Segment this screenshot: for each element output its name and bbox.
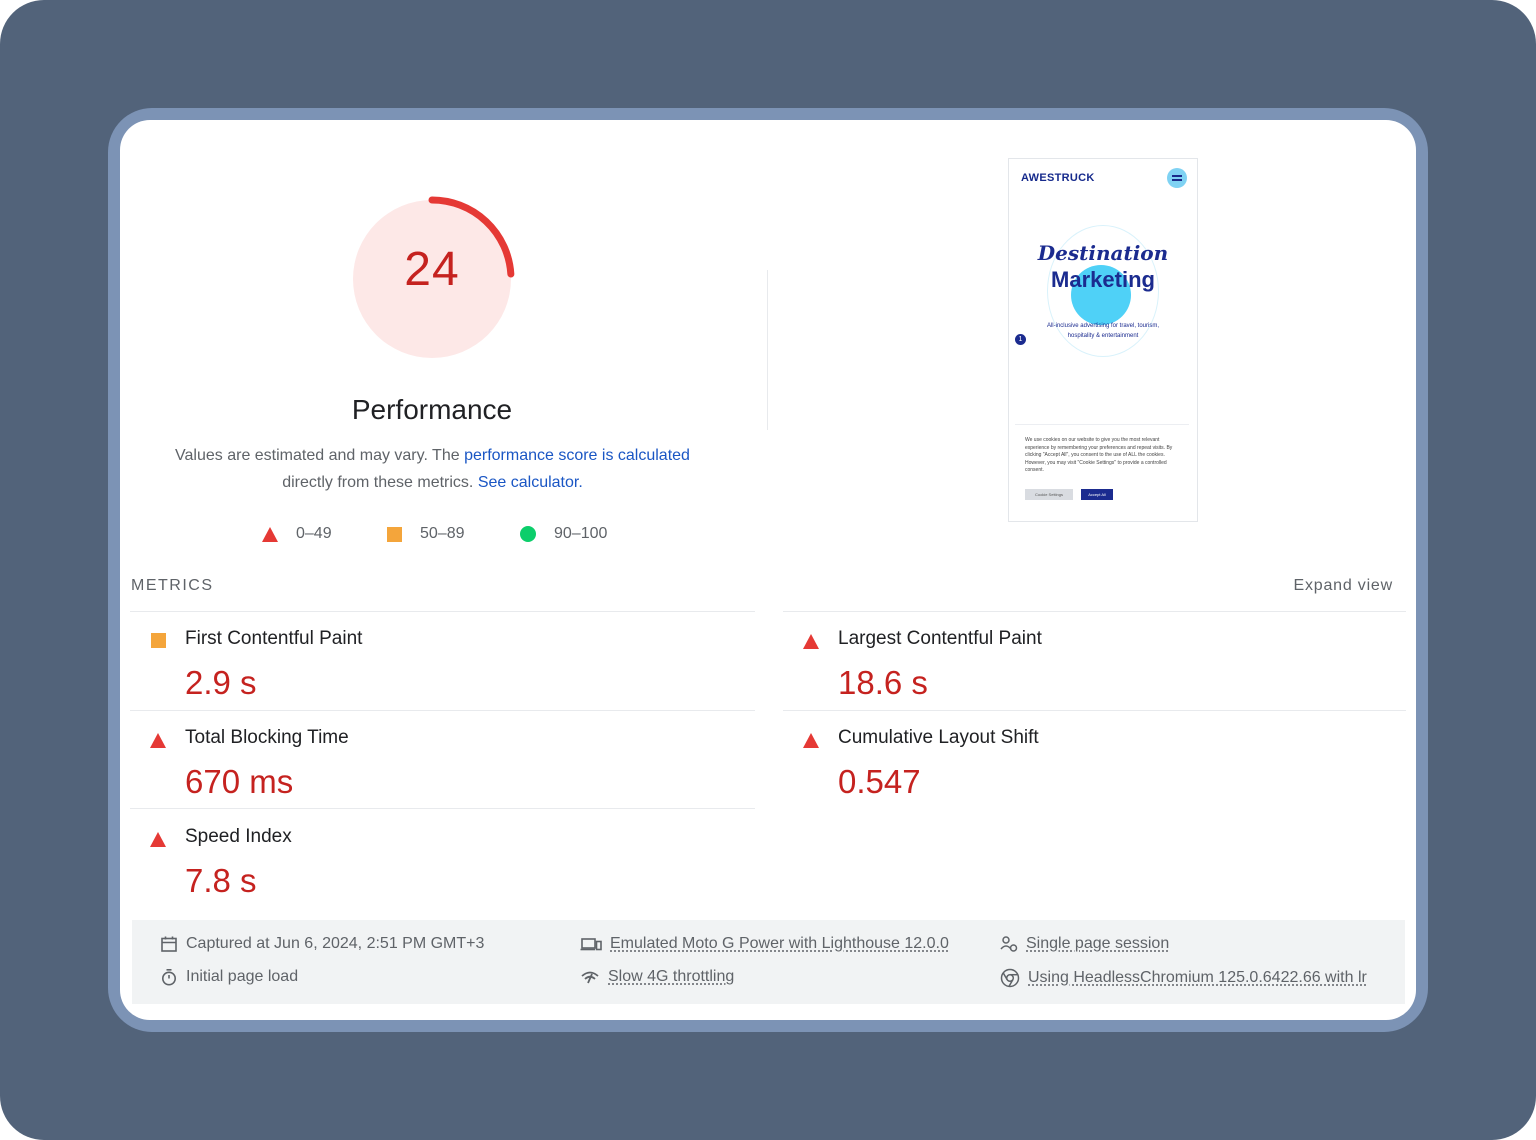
score-legend: 0–49 50–89 90–100 [120,525,760,547]
legend-range: 90–100 [554,525,608,542]
orange-square-icon [387,526,402,542]
metric-first-contentful-paint: First Contentful Paint 2.9 s [120,620,720,716]
thumbnail-title-line1: Destination [1037,241,1169,265]
load-type-text: Initial page load [186,968,299,985]
captured-at: Captured at Jun 6, 2024, 2:51 PM GMT+3 [160,935,484,953]
performance-score-link[interactable]: performance score is calculated [464,447,690,464]
metric-value: 7.8 s [185,862,257,899]
metric-value: 2.9 s [185,664,257,701]
network-throttling-text[interactable]: Slow 4G throttling [608,968,734,986]
legend-range: 50–89 [420,525,465,542]
metric-value: 0.547 [838,763,921,800]
metric-label: Cumulative Layout Shift [838,727,1039,748]
thumbnail-cookie-text: We use cookies on our website to give yo… [1025,437,1173,473]
thumbnail-badge: 1 [1015,334,1026,345]
red-triangle-icon [150,733,166,748]
expand-view-toggle[interactable]: Expand view [1293,577,1393,595]
section-divider [767,270,768,430]
metric-speed-index: Speed Index 7.8 s [120,818,720,914]
thumbnail-subtitle: All-inclusive advertising for travel, to… [1046,323,1160,339]
metric-label: First Contentful Paint [185,628,363,649]
legend-range: 0–49 [296,525,332,542]
metric-cumulative-layout-shift: Cumulative Layout Shift 0.547 [773,719,1373,815]
emulated-device[interactable]: Emulated Moto G Power with Lighthouse 12… [580,935,949,953]
metric-divider [783,611,1406,612]
orange-square-icon [151,633,166,648]
green-circle-icon [520,526,536,542]
legend-fail: 0–49 [262,525,332,543]
description-text: Values are estimated and may vary. The [175,447,465,464]
metric-total-blocking-time: Total Blocking Time 670 ms [120,719,720,815]
wifi-throttle-icon [581,971,599,984]
person-icon [1000,936,1018,952]
red-triangle-icon [803,634,819,649]
network-throttling[interactable]: Slow 4G throttling [580,968,734,986]
score-description: Values are estimated and may vary. The p… [150,442,715,496]
metric-value: 18.6 s [838,664,928,701]
load-type: Initial page load [160,968,298,986]
browser-version[interactable]: Using HeadlessChromium 125.0.6422.66 wit… [1000,968,1367,988]
performance-score-value: 24 [404,243,460,296]
see-calculator-link[interactable]: See calculator. [478,474,583,491]
thumbnail-logo: AWESTRUCK [1021,172,1095,184]
red-triangle-icon [803,733,819,748]
lighthouse-report-card: 24 Performance Values are estimated and … [120,120,1416,1020]
metric-label: Largest Contentful Paint [838,628,1042,649]
calendar-icon [161,936,177,952]
red-triangle-icon [262,526,278,542]
session-type-text[interactable]: Single page session [1026,935,1169,953]
red-triangle-icon [150,832,166,847]
session-type[interactable]: Single page session [1000,935,1169,953]
description-text-2: directly from these metrics. [282,474,478,491]
thumbnail-menu-icon [1167,168,1187,188]
thumbnail-cookie-settings-button: Cookie Settings [1025,489,1073,500]
thumbnail-divider [1015,424,1189,425]
metric-divider [130,611,755,612]
metric-largest-contentful-paint: Largest Contentful Paint 18.6 s [773,620,1373,716]
thumbnail-title-line2: Marketing [1051,267,1155,292]
final-screenshot-thumbnail[interactable]: AWESTRUCK Destination Marketing All-incl… [1008,158,1198,522]
legend-average: 50–89 [387,525,465,543]
emulated-device-text[interactable]: Emulated Moto G Power with Lighthouse 12… [610,935,949,953]
stopwatch-icon [162,968,176,986]
devices-icon [580,938,602,951]
metric-value: 670 ms [185,763,294,800]
chrome-icon [1000,968,1020,988]
legend-pass: 90–100 [520,525,607,543]
browser-version-text[interactable]: Using HeadlessChromium 125.0.6422.66 wit… [1028,969,1367,987]
runtime-settings: Captured at Jun 6, 2024, 2:51 PM GMT+3 I… [132,920,1405,1004]
captured-at-text: Captured at Jun 6, 2024, 2:51 PM GMT+3 [186,935,485,952]
metrics-header: METRICS [131,577,214,594]
category-title: Performance [351,394,513,425]
thumbnail-accept-button: Accept All [1081,489,1113,500]
metric-label: Total Blocking Time [185,727,349,748]
metric-label: Speed Index [185,826,292,847]
